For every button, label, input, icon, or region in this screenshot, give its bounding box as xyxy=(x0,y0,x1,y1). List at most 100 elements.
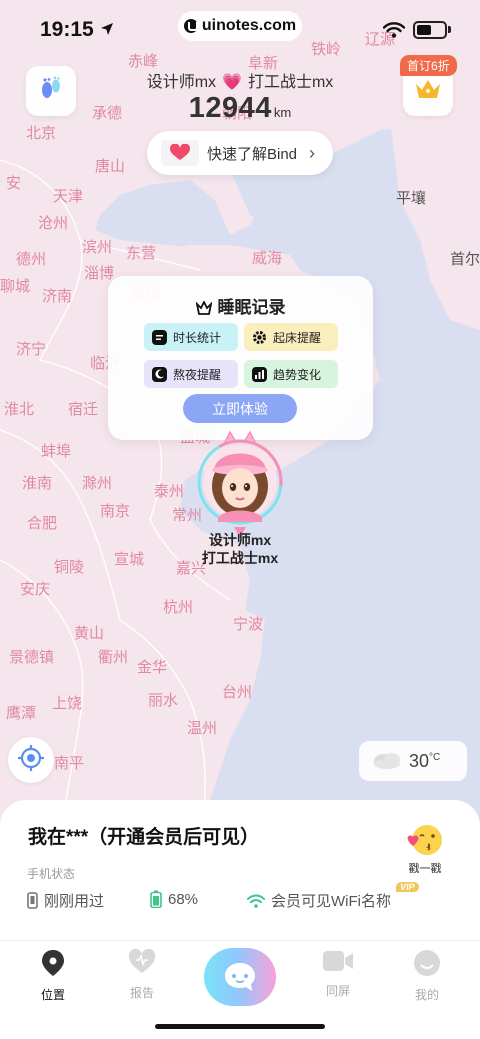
site-logo-icon xyxy=(183,19,198,33)
feature-duration-stats[interactable]: 时长统计 xyxy=(144,323,238,351)
tab-location[interactable]: 位置 xyxy=(23,949,83,1003)
city-label: 唐山 xyxy=(95,157,126,175)
feature-wake-reminder[interactable]: 起床提醒 xyxy=(244,323,338,351)
battery-icon xyxy=(413,21,447,39)
chat-button[interactable] xyxy=(204,948,276,1006)
city-label: 平壤 xyxy=(396,189,427,207)
city-label: 东营 xyxy=(126,244,157,262)
city-label: 景德镇 xyxy=(9,648,55,666)
heart-icon xyxy=(128,948,156,973)
city-label: 鹰潭 xyxy=(6,704,37,722)
video-camera-icon xyxy=(323,951,353,971)
map-pin-icon xyxy=(42,950,64,976)
vip-badge: VIP xyxy=(396,882,419,892)
phone-icon xyxy=(27,892,38,909)
phone-state-label: 手机状态 xyxy=(27,867,76,881)
feature-label: 熬夜提醒 xyxy=(173,367,222,382)
city-label: 衢州 xyxy=(98,648,129,666)
city-label: 宁波 xyxy=(233,615,264,633)
tab-screen-share[interactable]: 同屏 xyxy=(308,949,368,999)
city-label: 黄山 xyxy=(74,624,105,642)
heart-icon: 💗 xyxy=(222,74,242,91)
tab-label: 我的 xyxy=(414,988,439,1002)
poke-label: 戳一戳 xyxy=(408,863,442,875)
city-label: 合肥 xyxy=(27,514,58,532)
kissing-face-icon xyxy=(407,825,442,855)
battery-cap xyxy=(448,26,451,33)
url-pill[interactable]: uinotes.com xyxy=(178,11,302,41)
city-label: 安庆 xyxy=(20,580,51,598)
url-text: uinotes.com xyxy=(201,17,297,34)
temperature-value: 30 xyxy=(409,750,430,771)
document-icon xyxy=(152,329,167,345)
city-label: 上饶 xyxy=(52,694,83,712)
city-label: 丽水 xyxy=(148,691,179,709)
distance-readout: 12944 km xyxy=(0,92,480,125)
couple-names: 设计师mx 💗 打工战士mx xyxy=(0,68,480,92)
city-label: 台州 xyxy=(222,683,253,701)
status-time: 19:15 xyxy=(40,18,94,41)
tab-label: 报告 xyxy=(129,986,154,1000)
try-now-button[interactable]: 立即体验 xyxy=(183,394,297,423)
wifi-name-text: 会员可见WiFi名称 xyxy=(271,893,391,910)
city-label: 南平 xyxy=(54,754,85,772)
city-label: 聊城 xyxy=(0,277,31,295)
profile-face-icon xyxy=(414,950,440,976)
city-label: 天津 xyxy=(53,187,84,205)
city-label: 济南 xyxy=(42,287,73,305)
last-used-status: 刚刚用过 xyxy=(27,890,104,911)
city-label: 威海 xyxy=(252,249,283,267)
city-label: 滨州 xyxy=(82,238,113,256)
tab-label: 同屏 xyxy=(325,984,350,998)
city-label: 滁州 xyxy=(82,474,113,492)
city-label: 泰州 xyxy=(154,482,185,500)
temperature-text: 30°C xyxy=(409,751,440,772)
wifi-icon xyxy=(247,894,265,908)
sleep-card-title-row: 睡眠记录 xyxy=(108,293,373,320)
locate-me-button[interactable] xyxy=(8,737,54,783)
city-label: 宿迁 xyxy=(68,400,99,418)
partner-avatar-marker[interactable] xyxy=(196,430,284,545)
sleep-record-card: 睡眠记录 时长统计 起床提醒 熬夜提醒 趋势变化 立即体验 xyxy=(108,276,373,440)
city-label: 金华 xyxy=(137,658,168,676)
partner-label: 设计师mx 打工战士mx xyxy=(0,531,480,567)
tab-bar: 位置 报告 同屏 我的 xyxy=(0,940,480,1039)
partner-location-title: 我在***（开通会员后可见） xyxy=(28,827,260,848)
location-arrow-icon xyxy=(100,22,114,41)
crown-icon xyxy=(195,299,212,320)
city-label: 蚌埠 xyxy=(41,442,72,460)
couple-right-name: 打工战士mx xyxy=(247,74,334,91)
city-label: 沧州 xyxy=(38,214,69,232)
wifi-icon xyxy=(382,22,406,43)
temperature-unit: °C xyxy=(429,751,441,763)
city-label: 北京 xyxy=(26,124,57,142)
city-label: 温州 xyxy=(187,719,218,737)
wifi-status: 会员可见WiFi名称 xyxy=(247,890,391,911)
poke-button[interactable]: 戳一戳 xyxy=(395,822,455,878)
bind-intro-button[interactable]: 快速了解Bind › xyxy=(147,131,333,175)
gear-icon xyxy=(252,330,267,345)
weather-widget[interactable]: 30°C xyxy=(359,741,467,781)
chat-bubble-icon xyxy=(225,963,255,991)
tab-mine[interactable]: 我的 xyxy=(397,949,457,1003)
city-label: 南京 xyxy=(100,502,131,520)
distance-value: 12944 xyxy=(188,92,272,124)
city-label: 淄博 xyxy=(84,264,115,282)
feature-label: 起床提醒 xyxy=(273,330,322,345)
tab-report[interactable]: 报告 xyxy=(112,948,172,1001)
city-label: 首尔 xyxy=(450,250,480,268)
home-indicator xyxy=(155,1024,325,1029)
partner-nickname: 打工战士mx xyxy=(201,550,279,566)
partner-name: 设计师mx xyxy=(208,532,272,548)
city-label: 淮南 xyxy=(22,474,53,492)
moon-icon xyxy=(152,366,167,382)
city-label: 杭州 xyxy=(163,598,194,616)
cloud-icon xyxy=(371,749,403,774)
tab-label: 位置 xyxy=(40,988,65,1002)
feature-trend-change[interactable]: 趋势变化 xyxy=(244,360,338,388)
sleep-card-title: 睡眠记录 xyxy=(217,298,286,317)
avatar-illustration xyxy=(197,430,283,538)
crosshair-icon xyxy=(17,744,45,777)
battery-level-icon xyxy=(150,890,162,908)
feature-late-night-reminder[interactable]: 熬夜提醒 xyxy=(144,360,238,388)
